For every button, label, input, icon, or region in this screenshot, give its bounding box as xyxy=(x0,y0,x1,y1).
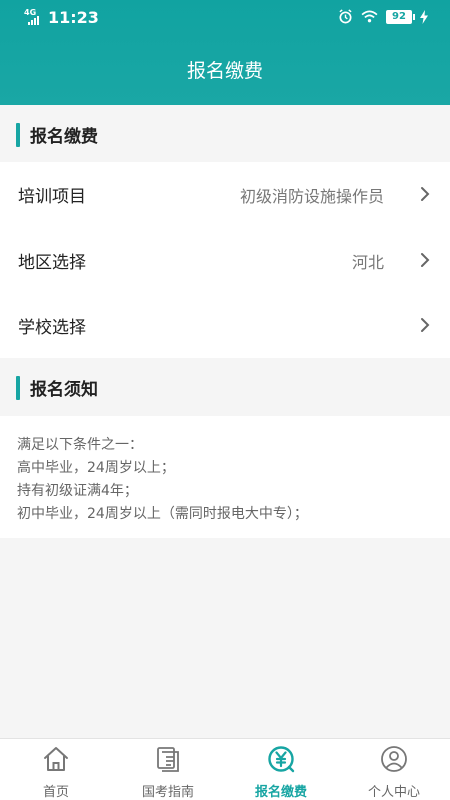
alarm-icon xyxy=(339,9,352,24)
tab-profile[interactable]: 个人中心 xyxy=(338,739,450,800)
training-project-label: 培训项目 xyxy=(18,187,86,207)
guide-document-icon xyxy=(157,747,179,772)
status-time: 11:23 xyxy=(48,8,99,27)
status-left: 4G 11:23 xyxy=(24,8,99,28)
signup-section-title: 报名缴费 xyxy=(30,127,98,147)
battery-icon: 92 xyxy=(386,9,415,24)
notice-line: 高中毕业，24周岁以上； xyxy=(17,460,175,476)
notice-section-header: 报名须知 xyxy=(0,358,450,416)
signup-section-header: 报名缴费 xyxy=(0,105,450,163)
home-icon xyxy=(44,747,68,771)
charging-icon xyxy=(420,9,428,24)
wifi-icon xyxy=(361,10,378,23)
notice-line: 持有初级证满4年； xyxy=(17,483,138,499)
section-accent-bar xyxy=(16,123,20,147)
tab-profile-label: 个人中心 xyxy=(367,785,420,800)
tab-signup-payment[interactable]: 报名缴费 xyxy=(225,739,337,800)
region-select-label: 地区选择 xyxy=(18,253,86,273)
notice-card: 满足以下条件之一： 高中毕业，24周岁以上； 持有初级证满4年； 初中毕业，24… xyxy=(0,416,450,538)
tab-exam-guide-label: 国考指南 xyxy=(141,785,194,800)
notice-section-title: 报名须知 xyxy=(30,380,98,400)
yuan-payment-icon xyxy=(268,746,295,773)
tab-exam-guide[interactable]: 国考指南 xyxy=(112,739,224,800)
notice-line: 满足以下条件之一： xyxy=(17,437,143,453)
chevron-right-icon xyxy=(421,187,430,201)
app-header: 4G 11:23 92 报名缴费 xyxy=(0,0,450,105)
status-right: 92 xyxy=(338,9,428,24)
training-project-value: 初级消防设施操作员 xyxy=(239,187,384,206)
bottom-tab-bar: 首页 国考指南 报名缴费 个人中心 xyxy=(0,738,450,800)
chevron-right-icon xyxy=(421,318,430,332)
tab-home-label: 首页 xyxy=(42,785,69,800)
user-profile-icon xyxy=(381,746,407,772)
signup-form: 培训项目 初级消防设施操作员 地区选择 河北 学校选择 xyxy=(0,162,450,358)
chevron-right-icon xyxy=(421,253,430,267)
section-accent-bar xyxy=(16,376,20,400)
school-select-label: 学校选择 xyxy=(18,318,86,338)
app-page: 4G 11:23 92 报名缴费 报名缴费 培训项目 初级消防设施操作员 地区选… xyxy=(0,0,450,800)
notice-line: 初中毕业，24周岁以上（需同时报电大中专）； xyxy=(17,506,308,522)
signal-icon: 4G xyxy=(24,8,42,26)
region-select-row[interactable]: 地区选择 河北 xyxy=(0,228,450,292)
region-select-value: 河北 xyxy=(351,253,384,272)
school-select-row[interactable]: 学校选择 xyxy=(0,293,450,357)
page-title: 报名缴费 xyxy=(186,60,263,82)
training-project-row[interactable]: 培训项目 初级消防设施操作员 xyxy=(0,162,450,226)
status-bar: 4G 11:23 92 xyxy=(0,0,450,34)
tab-home[interactable]: 首页 xyxy=(0,739,112,800)
tab-signup-payment-label: 报名缴费 xyxy=(254,785,307,800)
